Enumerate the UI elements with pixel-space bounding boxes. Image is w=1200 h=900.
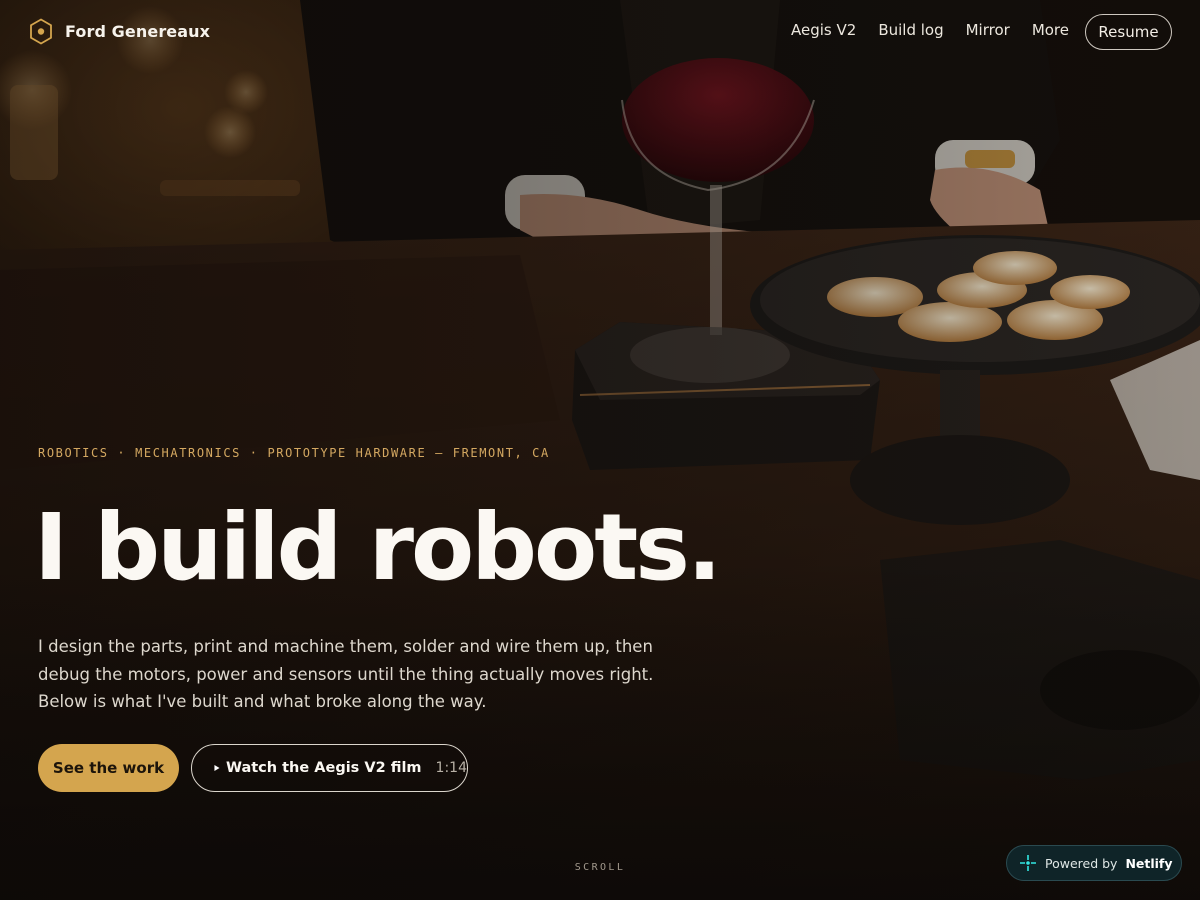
nav-link-mirror[interactable]: Mirror	[955, 21, 1021, 39]
nav-link-aegis-v2[interactable]: Aegis V2	[780, 21, 867, 39]
watch-film-button[interactable]: Watch the Aegis V2 film 1:14	[191, 744, 468, 792]
hero-lede: I design the parts, print and machine th…	[38, 637, 654, 711]
film-duration: 1:14	[435, 760, 467, 776]
brand-name: Ford Genereaux	[65, 22, 211, 41]
resume-button[interactable]: Resume	[1085, 14, 1172, 50]
see-the-work-button[interactable]: See the work	[38, 744, 179, 792]
nav-links: Aegis V2 Build log Mirror More	[780, 21, 1080, 39]
hero-kicker: ROBOTICS · MECHATRONICS · PROTOTYPE HARD…	[38, 446, 550, 460]
netlify-icon	[1020, 855, 1036, 871]
watch-film-label: Watch the Aegis V2 film	[225, 760, 422, 776]
nav-link-more[interactable]: More	[1021, 21, 1080, 39]
play-icon	[214, 765, 220, 771]
netlify-badge[interactable]: Powered by Netlify	[1006, 845, 1182, 881]
scroll-hint[interactable]: SCROLL	[560, 862, 640, 873]
netlify-prefix: Powered by	[1045, 855, 1118, 871]
netlify-brand: Netlify	[1125, 855, 1173, 871]
brand-link[interactable]: Ford Genereaux	[29, 18, 210, 45]
hexagon-dot-icon	[30, 18, 52, 45]
hero-section: Ford Genereaux Aegis V2 Build log Mirror…	[0, 0, 1200, 900]
nav-link-build-log[interactable]: Build log	[867, 21, 954, 39]
hero-headline: I build robots.	[34, 494, 722, 601]
top-nav: Ford Genereaux Aegis V2 Build log Mirror…	[0, 0, 1200, 64]
